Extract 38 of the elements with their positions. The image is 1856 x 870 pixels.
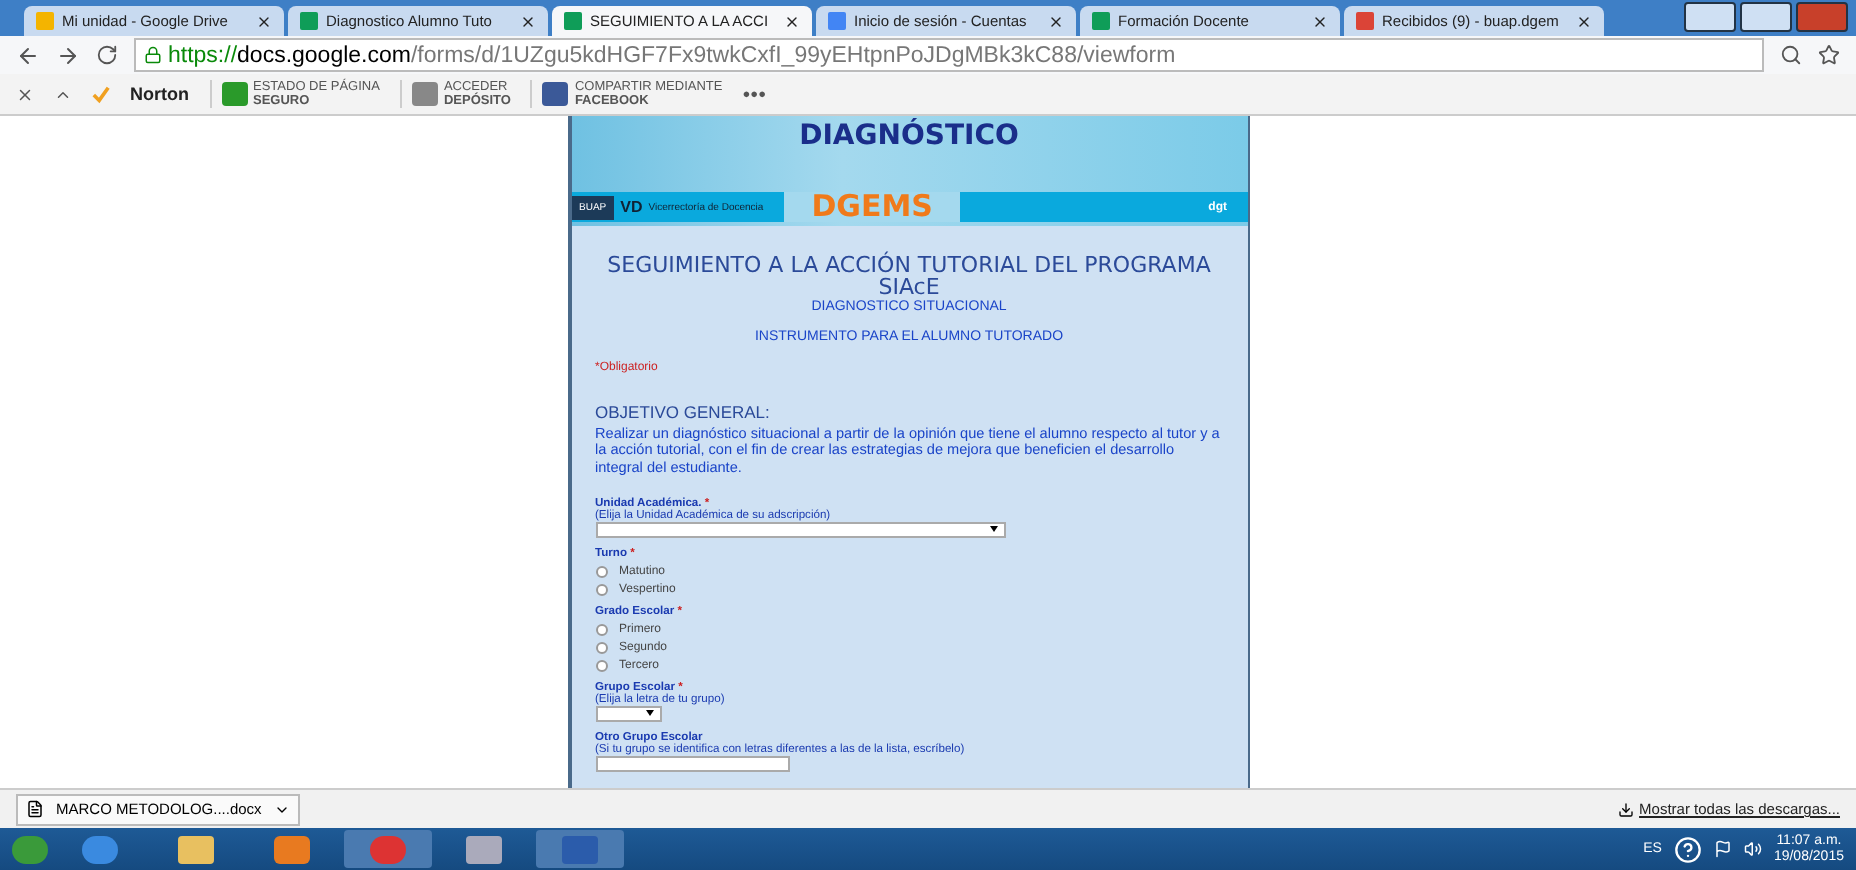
help-icon[interactable]	[1673, 835, 1702, 863]
lock-icon	[144, 46, 162, 64]
maximize-button[interactable]	[1740, 2, 1792, 32]
favicon-icon	[1356, 12, 1374, 30]
search-icon[interactable]	[1780, 44, 1802, 66]
speaker-icon[interactable]	[1743, 840, 1762, 858]
start-icon[interactable]	[12, 835, 48, 863]
dgems-logo: DGEMS	[783, 192, 961, 222]
close-icon[interactable]	[784, 13, 800, 29]
flag-icon[interactable]	[1713, 840, 1732, 858]
favicon-icon	[828, 12, 846, 30]
download-icon	[1617, 801, 1634, 817]
dropdown-field[interactable]	[595, 705, 661, 722]
close-icon[interactable]	[1048, 13, 1064, 29]
minimize-button[interactable]	[1684, 2, 1736, 32]
norton-logo: Norton	[130, 84, 189, 104]
close-icon[interactable]	[16, 85, 34, 103]
favicon-icon	[1092, 12, 1110, 30]
close-icon[interactable]	[1576, 13, 1592, 29]
favicon-icon	[36, 12, 54, 30]
close-icon[interactable]	[256, 13, 272, 29]
favicon-icon	[564, 12, 582, 30]
favicon-icon	[300, 12, 318, 30]
close-icon[interactable]	[520, 13, 536, 29]
close-icon[interactable]	[1312, 13, 1328, 29]
address-field[interactable]: https://docs.google.com/forms/d/1UZgu5kdHGF7Fx9twkCxfI_99yEHtpnPoJDgMBk3kC88/viewform	[134, 38, 1764, 72]
document-icon	[26, 800, 44, 818]
vd-logo: VD	[620, 198, 643, 216]
section-heading: OBJETIVO GENERAL:	[595, 402, 772, 422]
forward-icon[interactable]	[56, 43, 80, 67]
text-field[interactable]	[595, 755, 789, 772]
dropdown-field[interactable]	[595, 521, 1005, 538]
check-icon	[92, 85, 110, 103]
star-icon[interactable]	[1818, 44, 1840, 66]
back-icon[interactable]	[16, 43, 40, 67]
form-title: SEGUIMIENTO A LA ACCIÓN TUTORIAL DEL PROGRAMA SIAcE	[605, 254, 1213, 298]
reload-icon[interactable]	[96, 44, 118, 66]
banner-title: DIAGNÓSTICO	[797, 116, 1021, 156]
